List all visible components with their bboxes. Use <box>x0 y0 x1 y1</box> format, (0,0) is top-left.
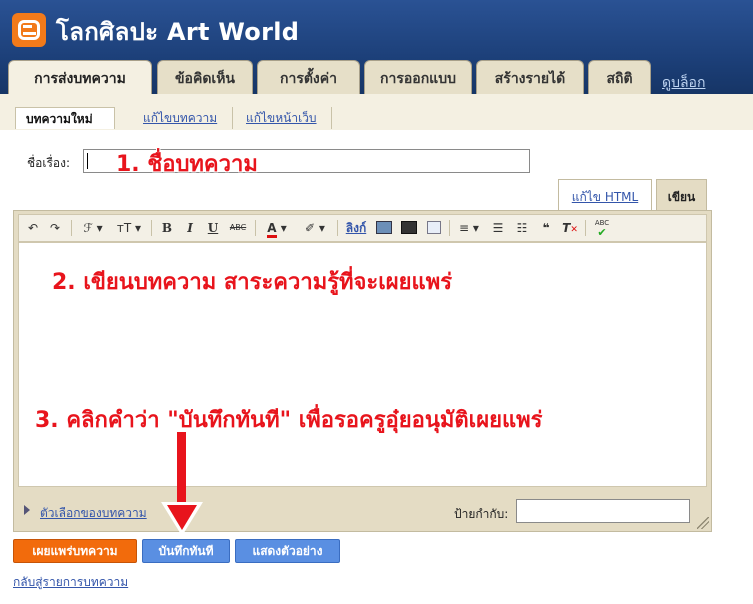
insert-image-icon[interactable] <box>375 218 393 238</box>
view-blog-link[interactable]: ดูบล็อก <box>662 72 705 94</box>
expand-triangle-icon[interactable] <box>24 505 30 515</box>
link-button[interactable]: ลิงก์ <box>341 218 371 238</box>
font-size-icon[interactable]: тT ▾ <box>113 218 145 238</box>
annotation-step3: 3. คลิกคำว่า "บันทึกทันที" เพื่อรอครูอุ๋… <box>35 408 543 433</box>
tab-design[interactable]: การออกแบบ <box>364 60 472 96</box>
redo-icon[interactable]: ↷ <box>47 218 63 238</box>
align-icon[interactable]: ≡ ▾ <box>455 218 483 238</box>
subnav-new-post[interactable]: บทความใหม่ <box>15 107 115 129</box>
resize-grip-icon[interactable] <box>697 517 709 529</box>
undo-icon[interactable]: ↶ <box>25 218 41 238</box>
back-to-posts-link[interactable]: กลับสู่รายการบทความ <box>13 573 128 592</box>
annotation-arrow-head <box>167 505 197 530</box>
tab-monetize[interactable]: สร้างรายได้ <box>476 60 584 96</box>
jump-break-icon[interactable] <box>425 218 443 238</box>
strikethrough-button[interactable]: ABC <box>227 218 249 238</box>
text-cursor <box>87 153 88 169</box>
font-family-icon[interactable]: ℱ ▾ <box>79 218 107 238</box>
tab-settings[interactable]: การตั้งค่า <box>257 60 360 96</box>
underline-button[interactable]: U <box>205 218 221 238</box>
bullet-list-icon[interactable]: ☷ <box>513 218 531 238</box>
text-color-icon[interactable]: A ▾ <box>261 218 293 238</box>
blog-title: โลกศิลปะ Art World <box>56 18 300 46</box>
numbered-list-icon[interactable]: ☰ <box>489 218 507 238</box>
insert-video-icon[interactable] <box>400 218 418 238</box>
subnav-edit-posts[interactable]: แก้ไขบทความ <box>133 107 233 129</box>
annotation-step2: 2. เขียนบทความ สาระความรู้ที่จะเผยแพร่ <box>52 270 453 295</box>
annotation-arrow <box>177 432 186 504</box>
editor-frame: ↶ ↷ ℱ ▾ тT ▾ B I U ABC A ▾ ✐ ▾ ลิงก์ ≡ ▾… <box>13 210 712 532</box>
highlight-icon[interactable]: ✐ ▾ <box>299 218 331 238</box>
italic-button[interactable]: I <box>182 218 198 238</box>
blockquote-icon[interactable]: ❝ <box>537 218 555 238</box>
tab-compose[interactable]: เขียน <box>656 179 707 213</box>
editor-toolbar: ↶ ↷ ℱ ▾ тT ▾ B I U ABC A ▾ ✐ ▾ ลิงก์ ≡ ▾… <box>18 214 707 242</box>
annotation-step1: 1. ชื่อบทความ <box>116 152 258 177</box>
publish-button[interactable]: เผยแพร่บทความ <box>13 539 137 563</box>
save-now-button[interactable]: บันทึกทันที <box>142 539 230 563</box>
preview-button[interactable]: แสดงตัวอย่าง <box>235 539 340 563</box>
tags-label: ป้ายกำกับ: <box>454 507 509 521</box>
spellcheck-icon[interactable]: ABC ✔ <box>591 218 613 238</box>
subnav-edit-pages[interactable]: แก้ไขหน้าเว็บ <box>236 107 332 129</box>
tab-posting[interactable]: การส่งบทความ <box>8 60 152 98</box>
header-bar: โลกศิลปะ Art World การส่งบทความ ข้อคิดเห… <box>0 0 753 98</box>
bold-button[interactable]: B <box>159 218 175 238</box>
tab-stats[interactable]: สถิติ <box>588 60 651 96</box>
remove-format-icon[interactable]: T✕ <box>561 218 579 238</box>
blogger-post-editor: โลกศิลปะ Art World การส่งบทความ ข้อคิดเห… <box>0 0 753 604</box>
tab-edit-html[interactable]: แก้ไข HTML <box>558 179 652 213</box>
post-options-link[interactable]: ตัวเลือกของบทความ <box>40 504 147 523</box>
title-label: ชื่อเรื่อง: <box>27 156 71 170</box>
tab-comments[interactable]: ข้อคิดเห็น <box>157 60 253 96</box>
tags-input[interactable] <box>516 499 690 523</box>
blogger-logo-icon[interactable] <box>12 13 46 47</box>
